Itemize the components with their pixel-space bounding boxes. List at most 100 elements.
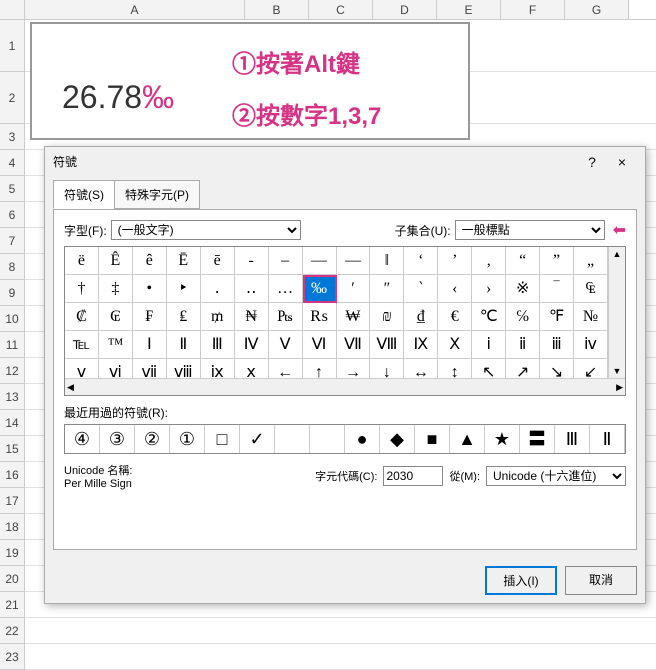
symbol-cell[interactable]: Ⅴ <box>269 331 303 359</box>
symbol-cell[interactable]: ‥ <box>235 275 269 303</box>
symbol-cell[interactable]: ↕ <box>438 359 472 378</box>
symbol-cell[interactable]: ↗ <box>506 359 540 378</box>
symbol-cell[interactable]: ₠ <box>574 275 608 303</box>
symbol-cell[interactable]: ↖ <box>472 359 506 378</box>
symbol-cell[interactable]: ₣ <box>133 303 167 331</box>
row-16[interactable]: 16 <box>0 462 25 488</box>
char-code-input[interactable] <box>383 466 443 486</box>
tab-symbols[interactable]: 符號(S) <box>53 180 115 209</box>
recent-symbol-cell[interactable]: ★ <box>485 425 520 453</box>
symbol-cell[interactable]: Ⅲ <box>201 331 235 359</box>
col-D[interactable]: D <box>373 0 437 19</box>
row-9[interactable]: 9 <box>0 280 25 306</box>
close-button[interactable]: × <box>607 154 637 170</box>
recent-symbol-cell[interactable]: 〓 <box>520 425 555 453</box>
row-6[interactable]: 6 <box>0 202 25 228</box>
row-22[interactable]: 22 <box>0 618 25 644</box>
symbol-cell[interactable]: Ⅶ <box>337 331 371 359</box>
symbol-cell[interactable]: – <box>269 247 303 275</box>
symbol-cell[interactable]: Ⅸ <box>404 331 438 359</box>
symbol-cell[interactable]: ↙ <box>574 359 608 378</box>
symbol-cell[interactable]: ⅸ <box>201 359 235 378</box>
row-7[interactable]: 7 <box>0 228 25 254</box>
symbol-cell[interactable]: ‰ <box>303 275 337 303</box>
row-19[interactable]: 19 <box>0 540 25 566</box>
symbol-cell[interactable]: ⅴ <box>65 359 99 378</box>
row-2[interactable]: 2 <box>0 72 25 124</box>
row-10[interactable]: 10 <box>0 306 25 332</box>
symbol-cell[interactable]: ⅹ <box>235 359 269 378</box>
symbol-cell[interactable]: ․ <box>201 275 235 303</box>
col-B[interactable]: B <box>245 0 309 19</box>
symbol-cell[interactable]: ₧ <box>269 303 303 331</box>
symbol-cell[interactable]: ↔ <box>404 359 438 378</box>
symbol-cell[interactable]: ′ <box>337 275 371 303</box>
symbol-cell[interactable]: € <box>438 303 472 331</box>
col-C[interactable]: C <box>309 0 373 19</box>
symbol-cell[interactable]: ‾ <box>540 275 574 303</box>
tab-special[interactable]: 特殊字元(P) <box>114 180 200 209</box>
col-G[interactable]: G <box>565 0 629 19</box>
recent-symbol-cell[interactable]: □ <box>205 425 240 453</box>
row-15[interactable]: 15 <box>0 436 25 462</box>
symbol-cell[interactable]: ℉ <box>540 303 574 331</box>
row-5[interactable]: 5 <box>0 176 25 202</box>
symbol-cell[interactable]: ← <box>269 359 303 378</box>
recent-symbol-cell[interactable]: ✓ <box>240 425 275 453</box>
symbol-cell[interactable]: ℡ <box>65 331 99 359</box>
symbol-cell[interactable]: № <box>574 303 608 331</box>
row-14[interactable]: 14 <box>0 410 25 436</box>
from-select[interactable]: Unicode (十六進位) <box>486 466 626 486</box>
symbol-cell[interactable]: Ⅰ <box>133 331 167 359</box>
symbol-cell[interactable]: ₩ <box>337 303 371 331</box>
recent-symbol-cell[interactable] <box>310 425 345 453</box>
symbol-cell[interactable]: ℅ <box>506 303 540 331</box>
row-17[interactable]: 17 <box>0 488 25 514</box>
symbol-cell[interactable]: ’ <box>438 247 472 275</box>
symbol-cell[interactable]: ‡ <box>99 275 133 303</box>
insert-button[interactable]: 插入(I) <box>485 566 557 595</box>
recent-symbol-cell[interactable]: Ⅱ <box>590 425 625 453</box>
recent-symbol-cell[interactable]: ② <box>135 425 170 453</box>
symbol-cell[interactable]: ‘ <box>404 247 438 275</box>
symbol-cell[interactable]: ⅲ <box>540 331 574 359</box>
col-F[interactable]: F <box>501 0 565 19</box>
symbol-cell[interactable]: Ⅵ <box>303 331 337 359</box>
symbol-cell[interactable]: ⅶ <box>133 359 167 378</box>
symbol-cell[interactable]: ― <box>337 247 371 275</box>
symbol-cell[interactable]: ‚ <box>472 247 506 275</box>
symbol-cell[interactable]: ē <box>201 247 235 275</box>
symbol-cell[interactable]: ‣ <box>167 275 201 303</box>
symbol-cell[interactable]: ⅱ <box>506 331 540 359</box>
symbol-cell[interactable]: ※ <box>506 275 540 303</box>
symbol-cell[interactable]: ⅳ <box>574 331 608 359</box>
select-all-corner[interactable] <box>0 0 25 19</box>
symbol-cell[interactable]: ₪ <box>370 303 404 331</box>
symbol-cell[interactable]: › <box>472 275 506 303</box>
symbol-cell[interactable]: † <box>65 275 99 303</box>
symbol-cell[interactable]: Ⅱ <box>167 331 201 359</box>
row-21[interactable]: 21 <box>0 592 25 618</box>
symbol-cell[interactable]: Ê <box>99 247 133 275</box>
symbol-cell[interactable]: ⅷ <box>167 359 201 378</box>
symbol-cell[interactable]: „ <box>574 247 608 275</box>
row-1[interactable]: 1 <box>0 20 25 72</box>
symbol-cell[interactable]: ₤ <box>167 303 201 331</box>
symbol-cell[interactable]: Ⅹ <box>438 331 472 359</box>
symbol-cell[interactable]: ₢ <box>99 303 133 331</box>
symbol-cell[interactable]: ‐ <box>235 247 269 275</box>
symbol-cell[interactable]: ‖ <box>370 247 404 275</box>
vertical-scrollbar[interactable]: ▲▼ <box>608 247 625 378</box>
symbol-cell[interactable]: ⅰ <box>472 331 506 359</box>
symbol-cell[interactable]: Ⅷ <box>370 331 404 359</box>
symbol-cell[interactable]: ↓ <box>370 359 404 378</box>
recent-symbol-cell[interactable]: ③ <box>100 425 135 453</box>
symbol-cell[interactable]: ‵ <box>404 275 438 303</box>
symbol-cell[interactable]: ″ <box>370 275 404 303</box>
symbol-cell[interactable]: ₥ <box>201 303 235 331</box>
symbol-cell[interactable]: ↘ <box>540 359 574 378</box>
symbol-cell[interactable]: ê <box>133 247 167 275</box>
recent-symbol-cell[interactable]: ◆ <box>380 425 415 453</box>
symbol-cell[interactable]: ‹ <box>438 275 472 303</box>
recent-symbol-cell[interactable]: ▲ <box>450 425 485 453</box>
